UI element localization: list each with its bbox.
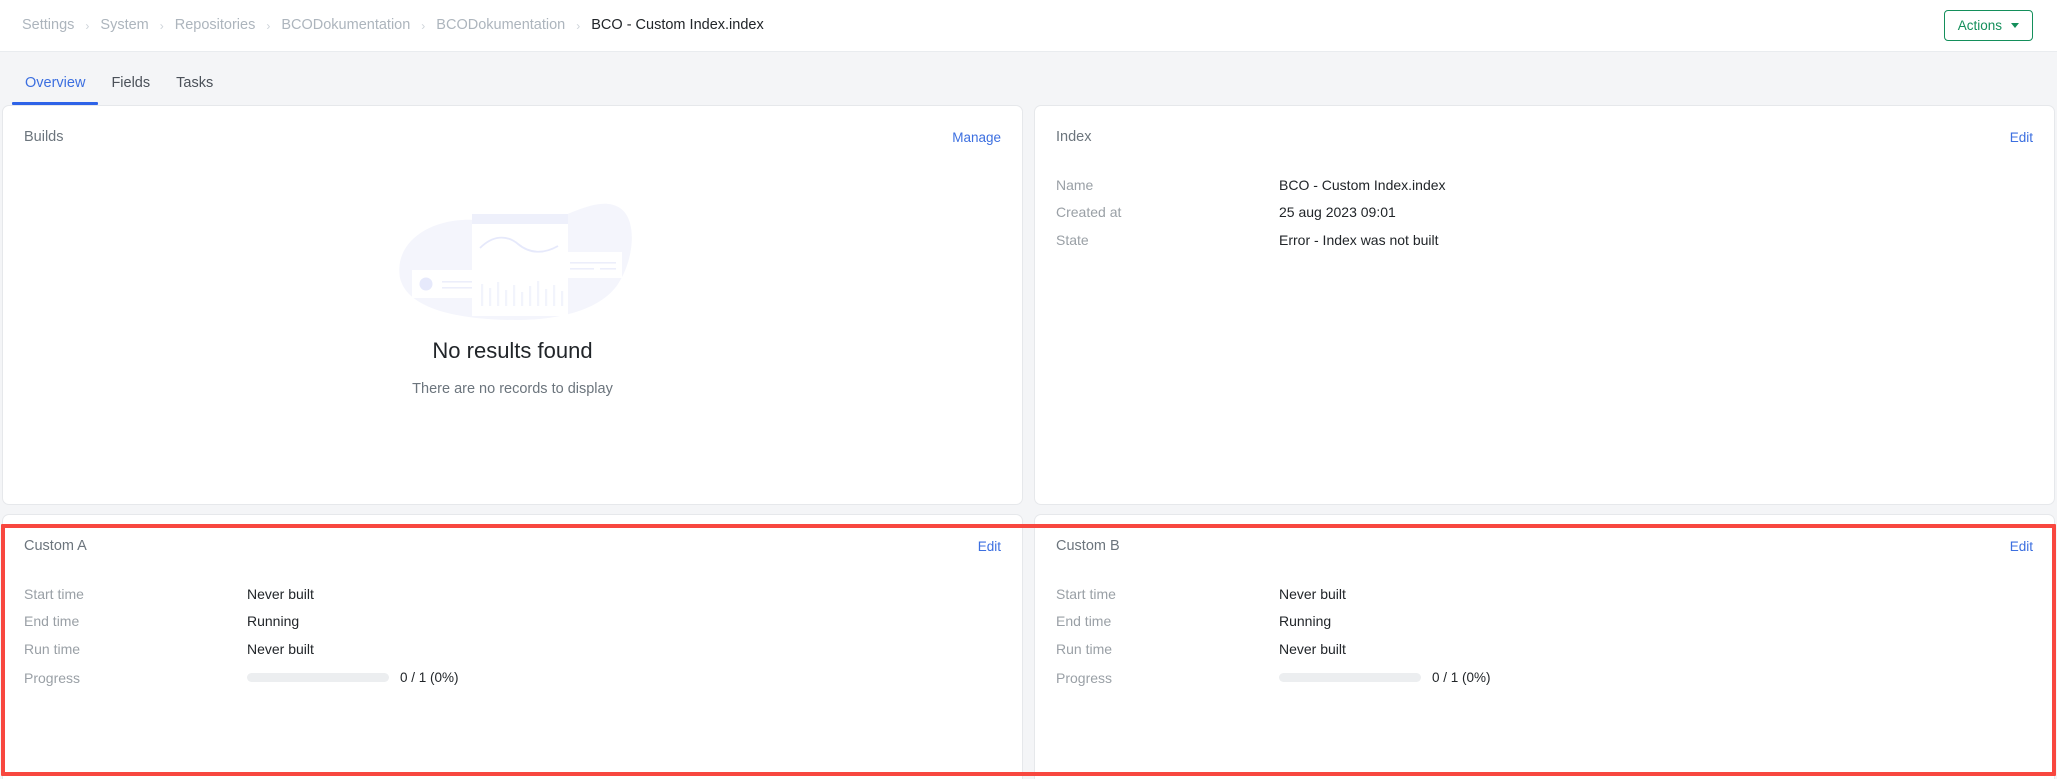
- index-row-name: Name BCO - Custom Index.index: [1056, 171, 2033, 199]
- tab-fields-label: Fields: [111, 75, 151, 91]
- custom-a-row-end-time-value: Running: [247, 613, 300, 630]
- breadcrumb-item-repositories[interactable]: Repositories: [175, 18, 256, 33]
- builds-card-header: Builds Manage: [3, 106, 1022, 150]
- empty-results-illustration: [398, 203, 632, 320]
- tab-bar: Overview Fields Tasks: [0, 52, 2057, 105]
- custom-a-progress-text: 0 / 1 (0%): [400, 670, 459, 685]
- tab-overview[interactable]: Overview: [12, 75, 99, 105]
- breadcrumb-item-current: BCO - Custom Index.index: [591, 17, 764, 34]
- custom-a-card: Custom A Edit Start time Never built End…: [2, 514, 1023, 779]
- custom-a-detail-list: Start time Never built End time Running …: [3, 559, 1022, 693]
- custom-b-progress-wrap: 0 / 1 (0%): [1279, 670, 1491, 685]
- custom-b-row-end-time: End time Running: [1056, 608, 2033, 636]
- index-row-created-at-label: Created at: [1056, 204, 1122, 221]
- custom-b-row-start-time: Start time Never built: [1056, 580, 2033, 608]
- builds-card-title: Builds: [24, 129, 64, 145]
- builds-empty-title: No results found: [432, 338, 593, 363]
- index-detail-list: Name BCO - Custom Index.index Created at…: [1035, 150, 2054, 254]
- breadcrumb-separator-icon: ›: [159, 18, 164, 33]
- custom-a-row-progress: Progress 0 / 1 (0%): [24, 663, 1001, 693]
- tab-tasks-label: Tasks: [176, 75, 214, 91]
- tab-tasks[interactable]: Tasks: [163, 75, 226, 105]
- overview-grid: Builds Manage No results found There are…: [0, 105, 2057, 779]
- breadcrumb: Settings › System › Repositories › BCODo…: [22, 18, 764, 33]
- custom-a-row-start-time-label: Start time: [24, 585, 84, 602]
- builds-empty-state: No results found There are no records to…: [3, 150, 1022, 397]
- custom-b-row-run-time-value: Never built: [1279, 640, 1346, 657]
- custom-a-card-title: Custom A: [24, 538, 87, 554]
- custom-a-edit-link[interactable]: Edit: [978, 539, 1001, 554]
- custom-a-row-progress-label: Progress: [24, 669, 81, 686]
- custom-b-card: Custom B Edit Start time Never built End…: [1034, 514, 2055, 779]
- index-row-name-label: Name: [1056, 176, 1094, 193]
- custom-b-card-title: Custom B: [1056, 538, 1120, 554]
- custom-a-row-end-time-label: End time: [24, 613, 80, 630]
- breadcrumb-item-bcodokumentation-2[interactable]: BCODokumentation: [436, 18, 565, 33]
- custom-a-card-header: Custom A Edit: [3, 515, 1022, 559]
- custom-a-row-start-time-value: Never built: [247, 585, 314, 602]
- custom-a-row-end-time: End time Running: [24, 608, 1001, 636]
- index-card: Index Edit Name BCO - Custom Index.index…: [1034, 105, 2055, 505]
- custom-a-row-start-time: Start time Never built: [24, 580, 1001, 608]
- actions-button-label: Actions: [1957, 18, 2002, 33]
- custom-b-progress-text: 0 / 1 (0%): [1432, 670, 1491, 685]
- custom-a-row-run-time-value: Never built: [247, 640, 314, 657]
- chevron-down-icon: [2011, 23, 2019, 28]
- breadcrumb-separator-icon: ›: [85, 18, 90, 33]
- custom-b-edit-link[interactable]: Edit: [2010, 539, 2033, 554]
- custom-a-progress-bar: [247, 673, 389, 682]
- index-card-header: Index Edit: [1035, 106, 2054, 150]
- builds-empty-subtitle: There are no records to display: [412, 381, 613, 397]
- breadcrumb-item-system[interactable]: System: [100, 18, 148, 33]
- custom-a-progress-wrap: 0 / 1 (0%): [247, 670, 459, 685]
- index-card-title: Index: [1056, 129, 1092, 145]
- top-bar: Settings › System › Repositories › BCODo…: [0, 0, 2057, 52]
- custom-b-row-start-time-value: Never built: [1279, 585, 1346, 602]
- breadcrumb-separator-icon: ›: [576, 18, 581, 33]
- builds-card: Builds Manage No results found There are…: [2, 105, 1023, 505]
- index-row-state-value: Error - Index was not built: [1279, 231, 1439, 248]
- custom-b-row-run-time-label: Run time: [1056, 640, 1113, 657]
- custom-b-detail-list: Start time Never built End time Running …: [1035, 559, 2054, 693]
- index-row-created-at: Created at 25 aug 2023 09:01: [1056, 199, 2033, 227]
- builds-manage-link[interactable]: Manage: [952, 130, 1001, 145]
- index-row-created-at-value: 25 aug 2023 09:01: [1279, 204, 1396, 221]
- custom-b-row-end-time-value: Running: [1279, 613, 1332, 630]
- breadcrumb-separator-icon: ›: [266, 18, 271, 33]
- breadcrumb-item-bcodokumentation-1[interactable]: BCODokumentation: [281, 18, 410, 33]
- custom-a-row-run-time-label: Run time: [24, 640, 81, 657]
- index-row-name-value: BCO - Custom Index.index: [1279, 176, 1446, 193]
- custom-b-row-start-time-label: Start time: [1056, 585, 1116, 602]
- custom-a-row-run-time: Run time Never built: [24, 635, 1001, 663]
- custom-b-card-header: Custom B Edit: [1035, 515, 2054, 559]
- custom-b-row-progress-label: Progress: [1056, 669, 1113, 686]
- index-row-state: State Error - Index was not built: [1056, 226, 2033, 254]
- custom-b-row-end-time-label: End time: [1056, 613, 1112, 630]
- index-edit-link[interactable]: Edit: [2010, 130, 2033, 145]
- tab-fields[interactable]: Fields: [98, 75, 163, 105]
- tab-overview-label: Overview: [25, 75, 86, 91]
- breadcrumb-separator-icon: ›: [421, 18, 426, 33]
- breadcrumb-item-settings[interactable]: Settings: [22, 18, 74, 33]
- custom-b-row-run-time: Run time Never built: [1056, 635, 2033, 663]
- custom-b-progress-bar: [1279, 673, 1421, 682]
- index-row-state-label: State: [1056, 231, 1089, 248]
- custom-b-row-progress: Progress 0 / 1 (0%): [1056, 663, 2033, 693]
- actions-button[interactable]: Actions: [1943, 10, 2033, 41]
